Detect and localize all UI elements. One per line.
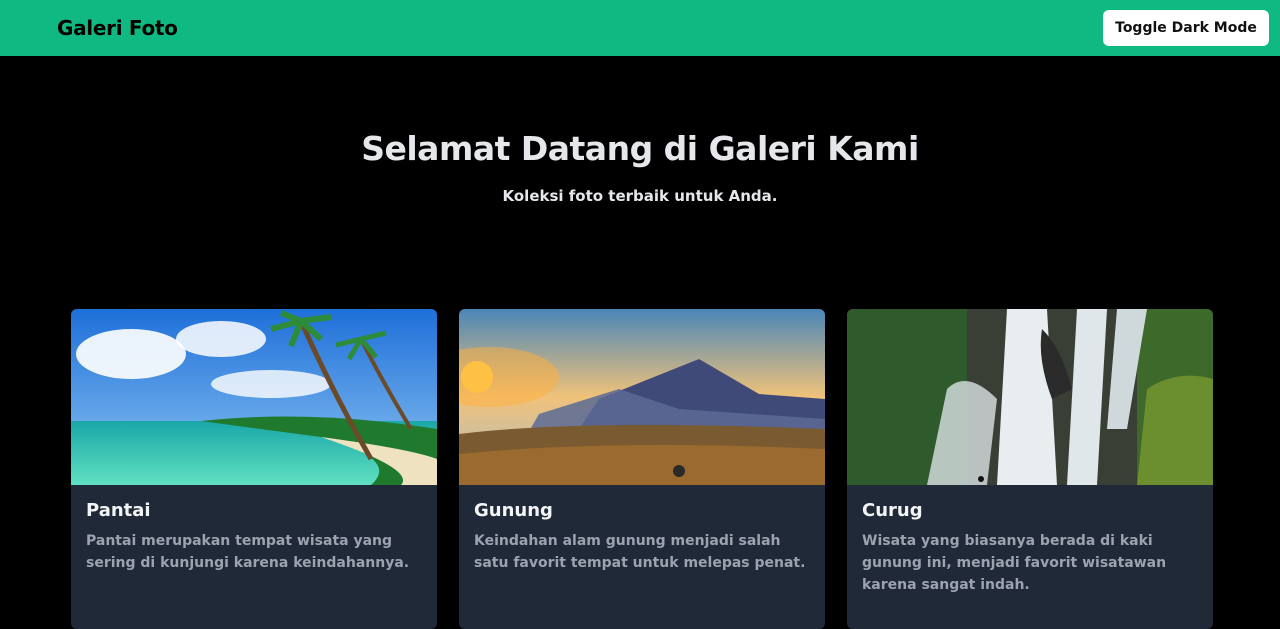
toggle-dark-mode-button[interactable]: Toggle Dark Mode <box>1103 10 1269 46</box>
card-description: Pantai merupakan tempat wisata yang seri… <box>86 533 410 571</box>
card-description: Wisata yang biasanya berada di kaki gunu… <box>862 533 1167 593</box>
hero-title: Selamat Datang di Galeri Kami <box>361 129 919 168</box>
hero-section: Selamat Datang di Galeri Kami Koleksi fo… <box>0 56 1280 205</box>
mountain-photo <box>459 309 825 485</box>
gallery-card-pantai[interactable]: Pantai Pantai merupakan tempat wisata ya… <box>71 309 437 629</box>
navbar: Galeri Foto Toggle Dark Mode <box>0 0 1280 56</box>
gallery-grid: Pantai Pantai merupakan tempat wisata ya… <box>71 309 1213 629</box>
gallery-card-curug[interactable]: Curug Wisata yang biasanya berada di kak… <box>847 309 1213 629</box>
beach-photo <box>71 309 437 485</box>
card-title: Pantai <box>86 500 151 521</box>
gallery-card-gunung[interactable]: Gunung Keindahan alam gunung menjadi sal… <box>459 309 825 629</box>
card-title: Gunung <box>474 500 553 521</box>
card-title: Curug <box>862 500 923 521</box>
waterfall-photo <box>847 309 1213 485</box>
hero-subtitle: Koleksi foto terbaik untuk Anda. <box>502 187 778 205</box>
card-description: Keindahan alam gunung menjadi salah satu… <box>474 533 806 571</box>
brand-title: Galeri Foto <box>57 16 178 40</box>
